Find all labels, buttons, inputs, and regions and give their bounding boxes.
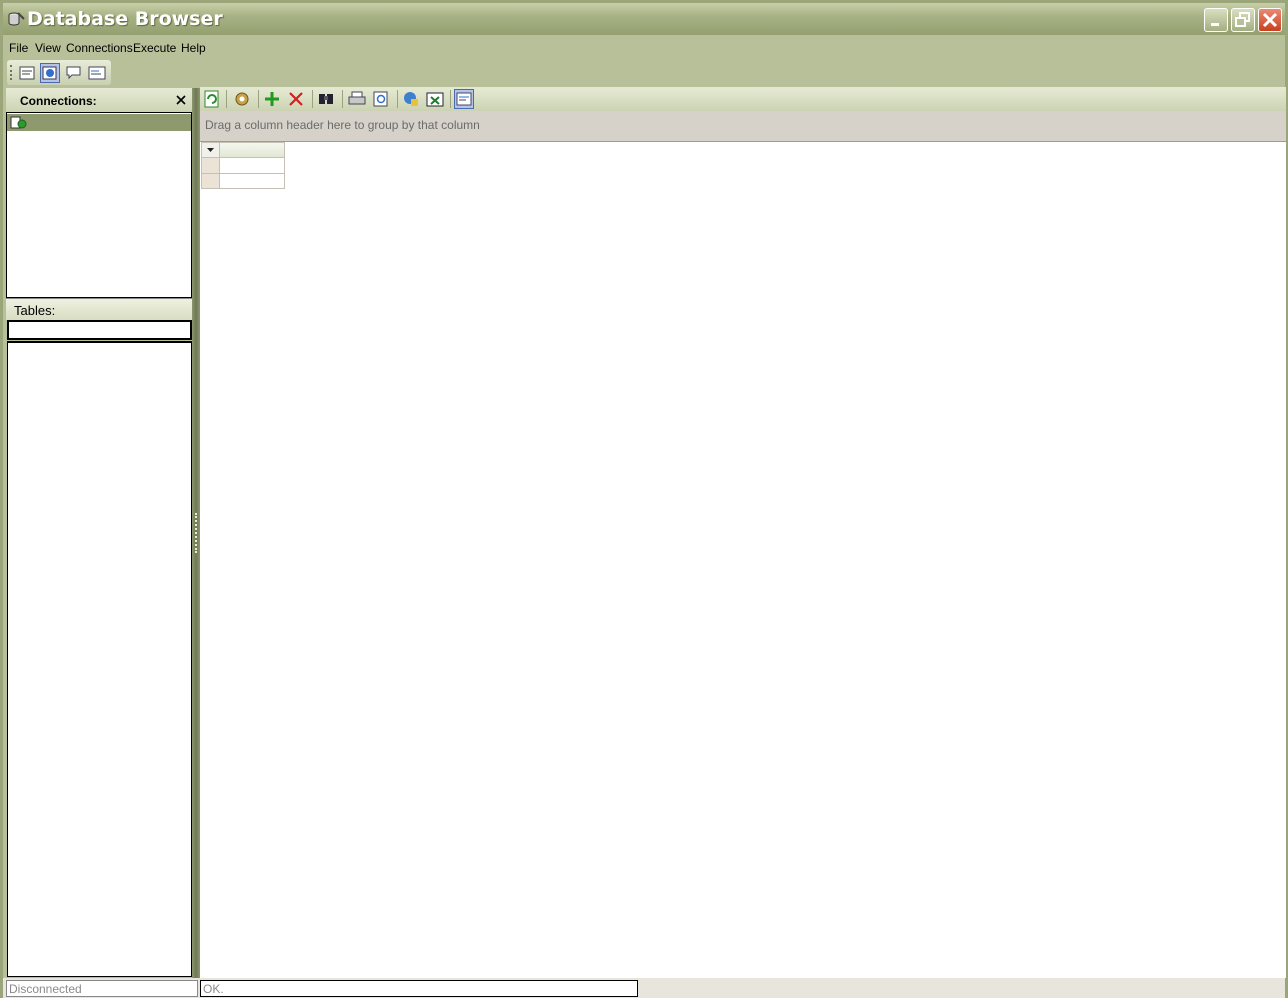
gear-icon (235, 92, 249, 106)
connections-header: Connections: (6, 88, 192, 112)
refresh-icon (204, 90, 219, 108)
export-icon (404, 92, 418, 106)
connections-title: Connections: (20, 94, 97, 108)
connection-item[interactable] (7, 114, 191, 131)
delete-row-button[interactable] (286, 89, 306, 109)
main-toolbar (7, 60, 111, 85)
printer-icon (348, 91, 366, 105)
app-window: Database Browser File View Connections E… (0, 0, 1288, 998)
restore-icon (1235, 12, 1250, 27)
message-status-panel: OK. (200, 980, 638, 997)
minimize-icon (1211, 23, 1219, 26)
status-message: OK. (203, 982, 224, 996)
tables-title: Tables: (14, 303, 56, 318)
grid-cell[interactable] (219, 157, 285, 174)
toolbar-grip[interactable] (10, 65, 12, 80)
print-preview-icon (373, 91, 388, 107)
chat-button[interactable] (64, 63, 84, 83)
row-header[interactable] (201, 157, 220, 174)
database-browser-icon (8, 12, 25, 26)
left-panel: Connections: Tables: (6, 88, 192, 978)
excel-export-button[interactable] (425, 89, 445, 109)
sql-editor-button[interactable] (17, 63, 37, 83)
export-button[interactable] (401, 89, 421, 109)
refresh-button[interactable] (202, 89, 222, 109)
browse-icon (42, 66, 57, 80)
tables-list[interactable] (7, 341, 192, 977)
panel-splitter[interactable] (192, 88, 200, 978)
connection-icon (10, 116, 27, 129)
menu-execute[interactable]: Execute (133, 41, 176, 55)
chat-icon (66, 66, 81, 80)
close-button[interactable] (1258, 8, 1282, 32)
find-button[interactable] (316, 89, 336, 109)
column-chooser-button[interactable] (454, 89, 474, 109)
connection-status-panel: Disconnected (6, 980, 198, 997)
minimize-button[interactable] (1204, 8, 1228, 32)
splitter-grip[interactable] (195, 513, 197, 553)
settings-button[interactable] (232, 89, 252, 109)
grid-toolbar (200, 87, 1286, 111)
print-button[interactable] (347, 89, 367, 109)
sql-editor-icon (19, 66, 35, 80)
print-preview-button[interactable] (371, 89, 391, 109)
connections-list[interactable] (6, 112, 192, 298)
close-connections-icon[interactable] (174, 93, 188, 107)
tables-header: Tables: (6, 298, 192, 320)
browse-button[interactable] (40, 63, 60, 83)
delete-icon (289, 92, 303, 106)
data-grid[interactable] (200, 142, 1286, 978)
column-header[interactable] (219, 142, 285, 158)
group-by-panel[interactable]: Drag a column header here to group by th… (200, 111, 1286, 142)
window-title: Database Browser (27, 8, 223, 30)
grid-column-menu[interactable] (201, 142, 220, 158)
title-bar[interactable]: Database Browser (3, 3, 1285, 35)
tables-filter-input[interactable] (7, 320, 192, 340)
add-row-button[interactable] (262, 89, 282, 109)
menu-bar: File View Connections Execute Help (3, 37, 1285, 59)
menu-view[interactable]: View (35, 41, 61, 55)
group-by-hint: Drag a column header here to group by th… (205, 118, 480, 132)
close-icon (1262, 12, 1278, 28)
column-chooser-icon (456, 92, 472, 106)
menu-help[interactable]: Help (181, 41, 206, 55)
grid-cell[interactable] (219, 173, 285, 189)
excel-icon (426, 92, 444, 107)
chevron-down-icon (207, 148, 214, 152)
properties-button[interactable] (87, 63, 107, 83)
menu-file[interactable]: File (9, 41, 28, 55)
binoculars-icon (319, 94, 333, 104)
plus-icon (265, 92, 279, 106)
restore-button[interactable] (1231, 8, 1255, 32)
row-header[interactable] (201, 173, 220, 189)
status-bar: Disconnected OK. (3, 978, 1285, 998)
properties-icon (88, 66, 106, 80)
connection-status: Disconnected (9, 982, 82, 996)
menu-connections[interactable]: Connections (66, 41, 133, 55)
